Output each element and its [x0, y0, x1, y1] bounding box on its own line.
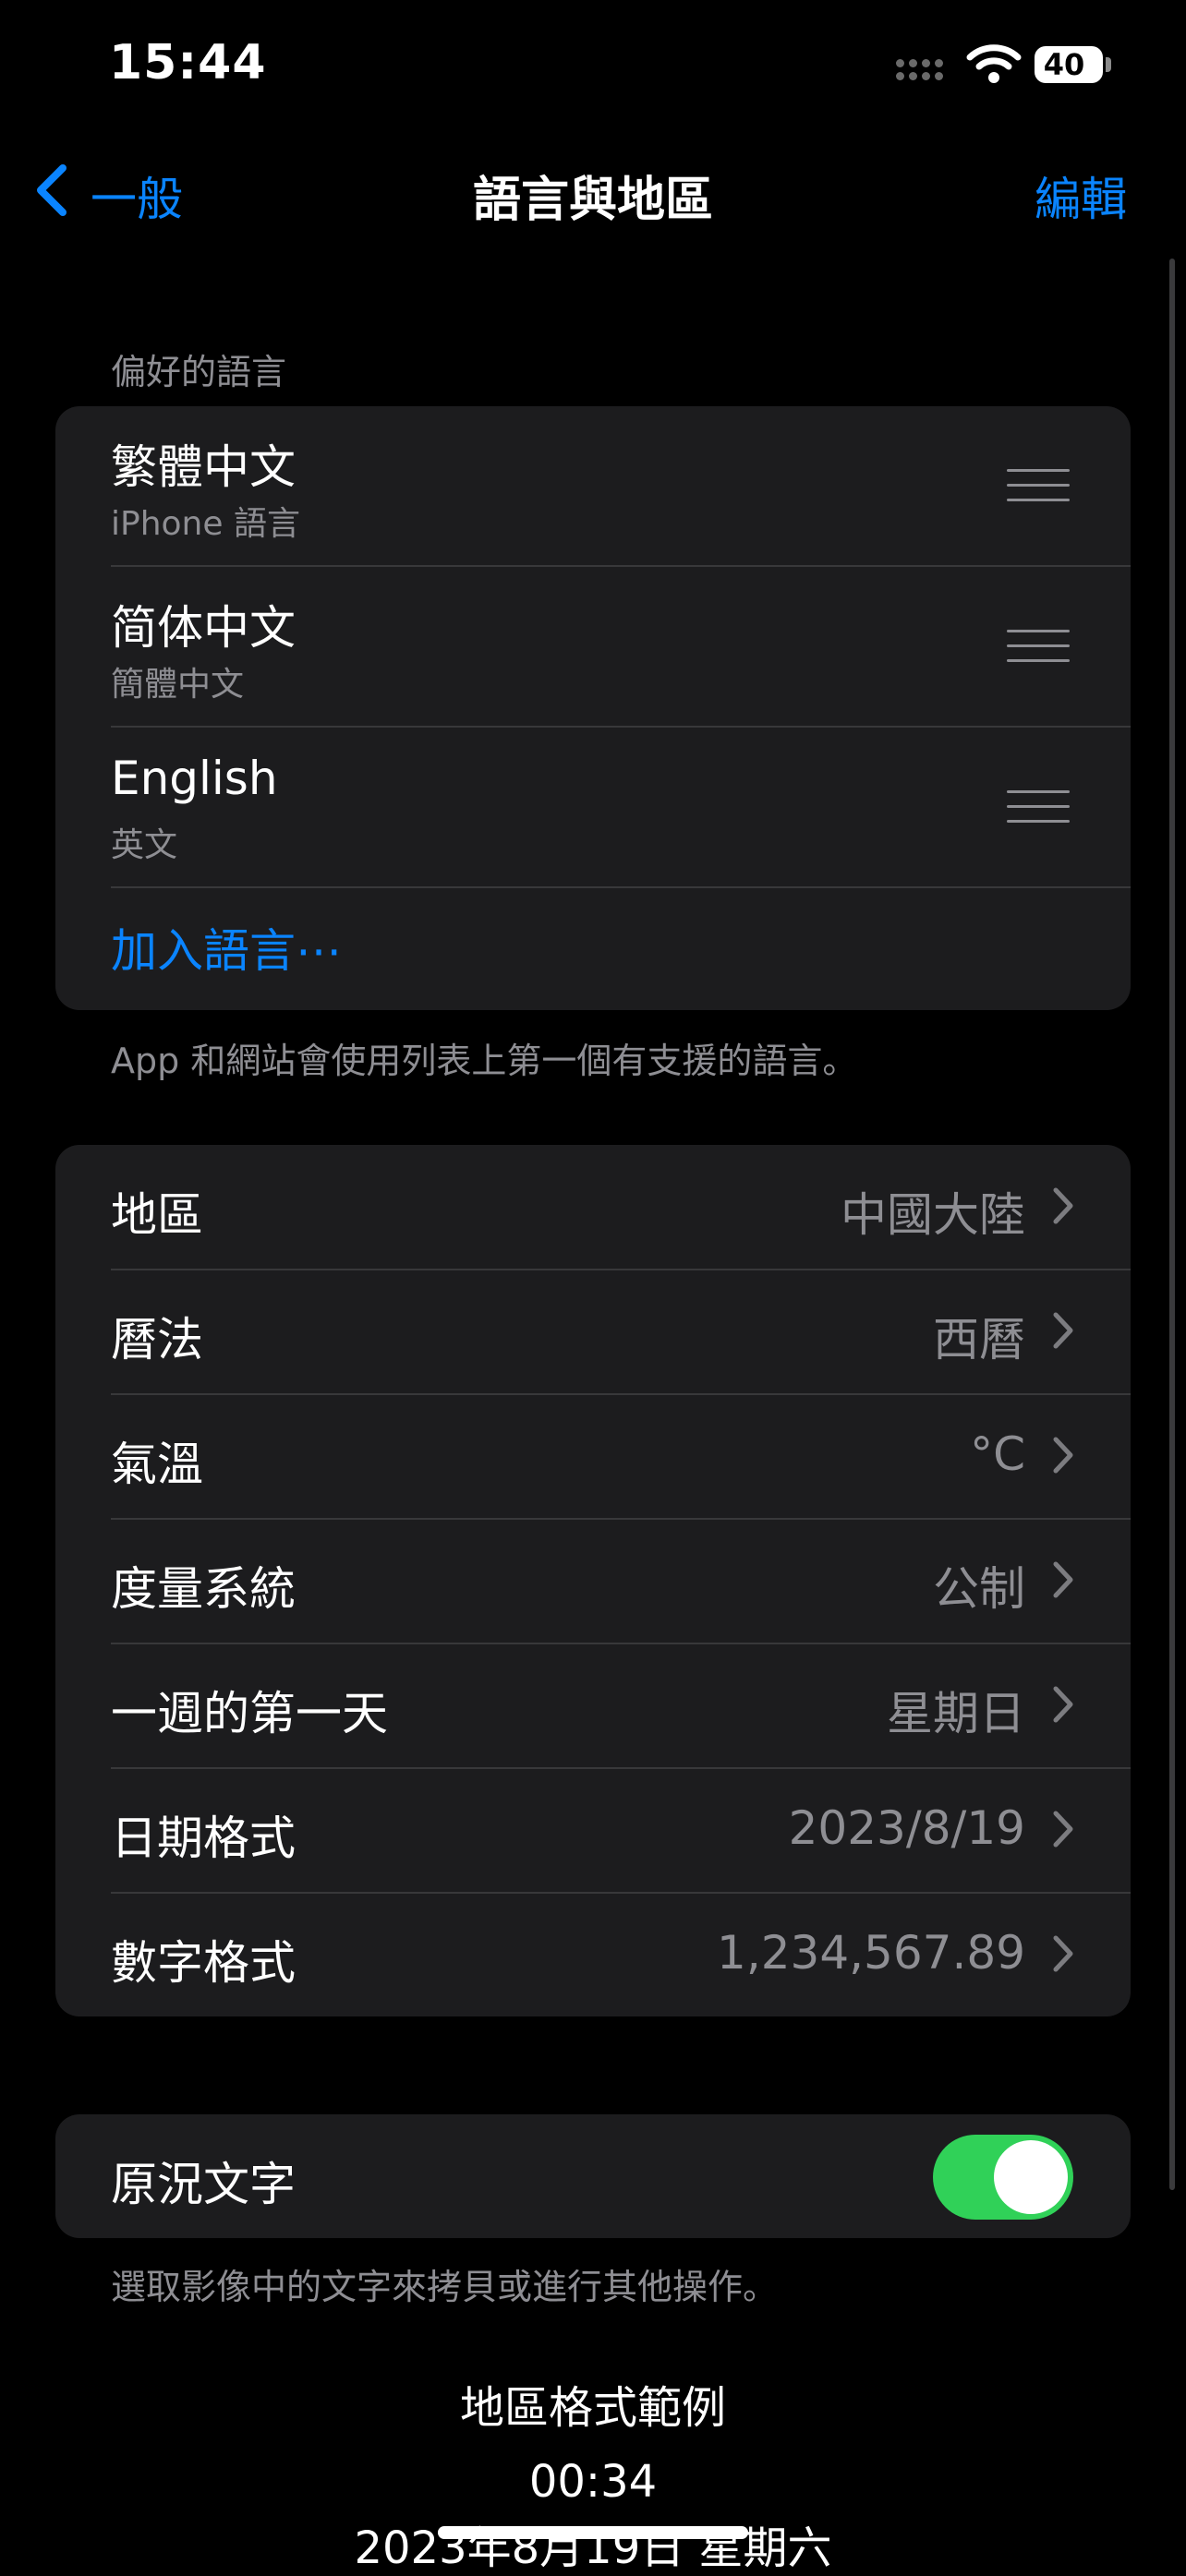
battery-level: 40: [1043, 47, 1085, 82]
add-language-button[interactable]: 加入語言⋯: [111, 914, 342, 981]
setting-label: 氣溫: [111, 1438, 203, 1491]
region-settings-card: 地區 中國大陸 曆法 西曆 氣溫 °C 度量系統 公制 一週的第一天 星期日 日…: [55, 1145, 1131, 2016]
setting-row-number-format[interactable]: 數字格式 1,234,567.89: [55, 1893, 1131, 2016]
live-text-toggle[interactable]: [933, 2135, 1073, 2220]
setting-value: 2023/8/19: [788, 1801, 1025, 1855]
setting-value: 中國大陸: [841, 1188, 1025, 1242]
chevron-right-icon: [1053, 1686, 1073, 1723]
status-time: 15:44: [109, 35, 267, 90]
drag-handle-icon[interactable]: [1007, 790, 1070, 824]
setting-row-live-text: 原況文字: [55, 2114, 1131, 2238]
setting-value: 公制: [933, 1562, 1025, 1616]
chevron-right-icon: [1053, 1437, 1073, 1474]
setting-label: 日期格式: [111, 1812, 296, 1865]
setting-value: °C: [970, 1427, 1025, 1481]
language-title: 简体中文: [111, 601, 296, 655]
language-title: 繁體中文: [111, 440, 296, 494]
home-indicator[interactable]: [438, 2526, 748, 2539]
preferred-languages-header: 偏好的語言: [111, 352, 287, 392]
preferred-languages-card: 繁體中文 iPhone 語言 简体中文 簡體中文 English 英文 加入語言…: [55, 406, 1131, 1010]
chevron-right-icon: [1053, 1561, 1073, 1598]
setting-label: 度量系統: [111, 1562, 296, 1616]
divider: [111, 886, 1131, 888]
chevron-right-icon: [1053, 1187, 1073, 1224]
setting-label: 數字格式: [111, 1936, 296, 1990]
chevron-right-icon: [1053, 1935, 1073, 1972]
languages-footer: App 和網站會使用列表上第一個有支援的語言。: [111, 1041, 858, 1081]
setting-row-first-day[interactable]: 一週的第一天 星期日: [55, 1643, 1131, 1767]
language-subtitle: 英文: [111, 826, 178, 864]
wifi-icon: [966, 44, 1022, 83]
setting-row-measurement[interactable]: 度量系統 公制: [55, 1519, 1131, 1643]
battery-tip: [1106, 57, 1111, 72]
live-text-footer: 選取影像中的文字來拷貝或進行其他操作。: [111, 2267, 779, 2307]
setting-value: 西曆: [933, 1313, 1025, 1366]
setting-label: 一週的第一天: [111, 1687, 388, 1740]
format-example-time: 00:34: [528, 2456, 658, 2508]
format-example-date: 2023年8月19日 星期六: [354, 2522, 832, 2574]
language-subtitle: iPhone 語言: [111, 505, 300, 543]
format-example-title: 地區格式範例: [459, 2382, 726, 2434]
drag-handle-icon[interactable]: [1007, 469, 1070, 502]
language-title: English: [111, 752, 278, 805]
cellular-dots-icon: [896, 59, 955, 81]
setting-value: 星期日: [887, 1687, 1025, 1740]
language-row-simplified-chinese[interactable]: 简体中文 簡體中文: [55, 567, 1131, 728]
language-row-traditional-chinese[interactable]: 繁體中文 iPhone 語言: [55, 406, 1131, 567]
setting-label: 曆法: [111, 1313, 203, 1366]
scrollbar[interactable]: [1169, 259, 1175, 2190]
battery-icon: 40: [1035, 46, 1103, 83]
setting-row-calendar[interactable]: 曆法 西曆: [55, 1270, 1131, 1393]
live-text-label: 原況文字: [111, 2158, 296, 2211]
setting-row-date-format[interactable]: 日期格式 2023/8/19: [55, 1768, 1131, 1892]
language-row-english[interactable]: English 英文: [55, 728, 1131, 888]
toggle-knob: [994, 2140, 1068, 2214]
setting-value: 1,234,567.89: [717, 1926, 1025, 1980]
setting-row-region[interactable]: 地區 中國大陸: [55, 1145, 1131, 1269]
setting-label: 地區: [111, 1188, 203, 1242]
chevron-right-icon: [1053, 1312, 1073, 1349]
chevron-right-icon: [1053, 1811, 1073, 1848]
language-subtitle: 簡體中文: [111, 666, 245, 704]
drag-handle-icon[interactable]: [1007, 630, 1070, 663]
page-title: 語言與地區: [472, 173, 713, 228]
edit-button[interactable]: 編輯: [1035, 163, 1127, 229]
live-text-card: 原況文字: [55, 2114, 1131, 2238]
setting-row-temperature[interactable]: 氣溫 °C: [55, 1394, 1131, 1518]
